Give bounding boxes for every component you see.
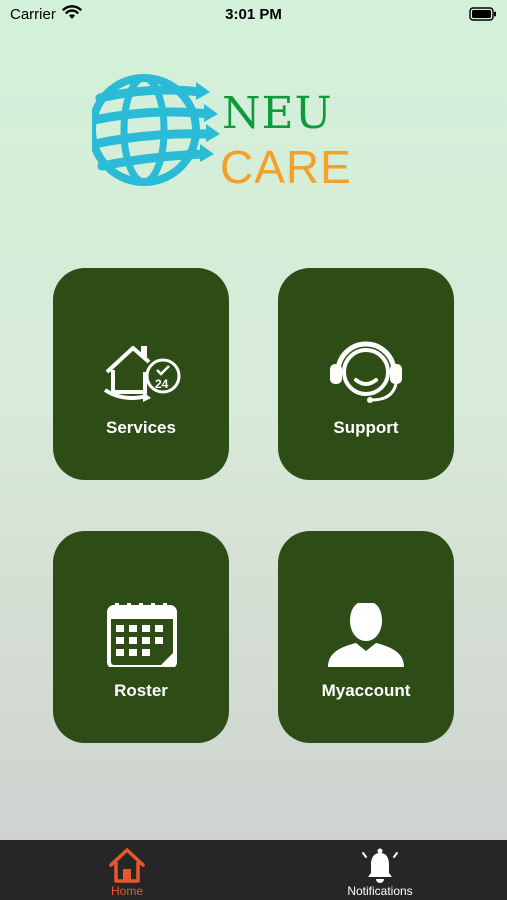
- support-label: Support: [333, 418, 399, 437]
- tab-home-label: Home: [110, 884, 143, 898]
- tab-bar: Home Notifications: [0, 840, 507, 900]
- svg-text:24: 24: [155, 377, 169, 391]
- roster-label: Roster: [114, 681, 168, 700]
- myaccount-label: Myaccount: [321, 681, 411, 700]
- services-tile[interactable]: 24 Services: [53, 268, 229, 480]
- app-logo: NEU CARE: [92, 68, 362, 198]
- tab-home[interactable]: Home: [47, 840, 207, 900]
- battery-icon: [469, 7, 496, 21]
- home-icon: [109, 848, 145, 883]
- logo-text-neu: NEU: [222, 88, 333, 139]
- bell-icon: [362, 848, 398, 883]
- logo-text-care: CARE: [220, 141, 352, 193]
- calendar-icon: [107, 603, 177, 667]
- support-tile[interactable]: Support: [278, 268, 454, 480]
- roster-tile[interactable]: Roster: [53, 531, 229, 743]
- tab-notifications[interactable]: Notifications: [300, 840, 460, 900]
- home-service-24-icon: 24: [103, 346, 181, 402]
- services-label: Services: [106, 418, 176, 437]
- globe-arrows-icon: [92, 74, 220, 186]
- tab-notifications-label: Notifications: [347, 884, 413, 898]
- user-icon: [328, 603, 404, 667]
- headset-icon: [330, 341, 402, 403]
- myaccount-tile[interactable]: Myaccount: [278, 531, 454, 743]
- status-bar: Carrier 3:01 PM: [0, 0, 507, 28]
- status-time: 3:01 PM: [225, 6, 282, 23]
